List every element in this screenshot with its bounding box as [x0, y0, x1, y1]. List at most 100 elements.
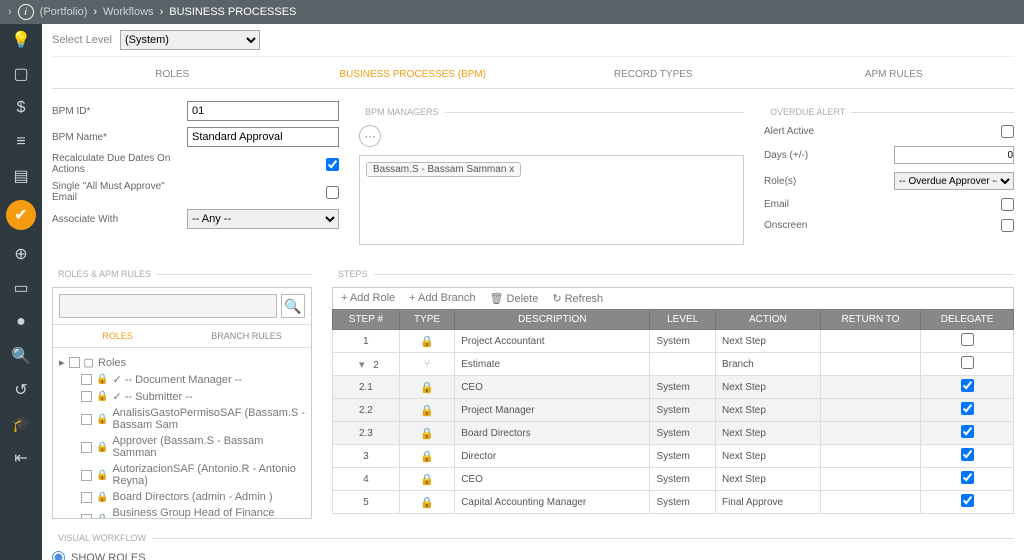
lock-icon: 🔒	[420, 474, 434, 486]
delegate-checkbox[interactable]	[961, 425, 974, 438]
sidebar: 💡 ▢ $ ≡ ▤ ✔ ⊕ ▭ ● 🔍 ↺ 🎓 ⇤	[0, 24, 42, 560]
lock-icon: 🔒	[96, 442, 108, 453]
lock-icon: 🔒	[96, 374, 108, 385]
visual-title: VISUAL WORKFLOW	[52, 533, 152, 543]
lock-icon: 🔒	[420, 336, 434, 348]
check-icon[interactable]: ✔	[6, 200, 36, 230]
delegate-checkbox[interactable]	[961, 448, 974, 461]
single-checkbox[interactable]	[326, 186, 339, 199]
globe-icon[interactable]: ⊕	[11, 244, 31, 264]
add-manager-button[interactable]: ⋯	[359, 125, 381, 147]
breadcrumb-bar: › i (Portfolio) › Workflows › BUSINESS P…	[0, 0, 1024, 24]
breadcrumb-root[interactable]: (Portfolio)	[40, 6, 88, 18]
manager-chip[interactable]: Bassam.S - Bassam Samman x	[366, 162, 521, 177]
tree-item[interactable]: 🔒Business Group Head of Finance (admin -…	[59, 505, 305, 518]
show-roles-radio[interactable]	[52, 551, 65, 560]
assoc-label: Associate With	[52, 214, 187, 225]
tab-record-types[interactable]: RECORD TYPES	[533, 61, 774, 88]
delegate-checkbox[interactable]	[961, 379, 974, 392]
info-icon[interactable]: i	[18, 4, 34, 20]
roles-tree[interactable]: ▸▢Roles 🔒✓ -- Document Manager --🔒✓ -- S…	[53, 348, 311, 518]
table-row[interactable]: 3🔒DirectorSystemNext Step	[333, 445, 1014, 468]
tree-root[interactable]: Roles	[98, 357, 126, 369]
table-row[interactable]: 2.1🔒CEOSystemNext Step	[333, 376, 1014, 399]
select-level-label: Select Level	[52, 34, 112, 46]
roles-select[interactable]: -- Overdue Approver --	[894, 172, 1014, 190]
tab-roles[interactable]: ROLES	[52, 61, 293, 88]
lock-icon: 🔒	[96, 514, 108, 519]
tree-item[interactable]: 🔒AnalisisGastoPermisoSAF (Bassam.S - Bas…	[59, 405, 305, 433]
table-row[interactable]: 4🔒CEOSystemNext Step	[333, 468, 1014, 491]
table-row[interactable]: 2.3🔒Board DirectorsSystemNext Step	[333, 422, 1014, 445]
user-icon[interactable]: ●	[11, 312, 31, 332]
email-checkbox[interactable]	[1001, 198, 1014, 211]
lock-icon: 🔒	[96, 492, 108, 503]
table-row[interactable]: ▾ 2⑂EstimateBranch	[333, 353, 1014, 376]
days-label: Days (+/-)	[764, 150, 894, 161]
col-header: LEVEL	[650, 310, 716, 330]
expand-icon[interactable]: ▾	[353, 359, 371, 371]
steps-title: STEPS	[332, 269, 374, 279]
overdue-title: OVERDUE ALERT	[764, 107, 851, 117]
tree-item[interactable]: 🔒AutorizacionSAF (Antonio.R - Antonio Re…	[59, 461, 305, 489]
recalc-checkbox[interactable]	[326, 158, 339, 171]
delegate-checkbox[interactable]	[961, 494, 974, 507]
tree-item[interactable]: 🔒✓ -- Document Manager --	[59, 371, 305, 388]
roles-search-icon[interactable]: 🔍	[281, 294, 305, 318]
search-icon[interactable]: 🔍	[11, 346, 31, 366]
tab-bpm[interactable]: BUSINESS PROCESSES (BPM)	[293, 61, 534, 88]
select-level[interactable]: (System)	[120, 30, 260, 50]
table-row[interactable]: 5🔒Capital Accounting ManagerSystemFinal …	[333, 491, 1014, 514]
bpmname-label: BPM Name*	[52, 132, 187, 143]
doc-icon[interactable]: ▤	[11, 166, 31, 186]
main-tabs: ROLES BUSINESS PROCESSES (BPM) RECORD TY…	[52, 61, 1014, 89]
list-icon[interactable]: ≡	[11, 132, 31, 152]
history-icon[interactable]: ↺	[11, 380, 31, 400]
lock-icon: 🔒	[420, 428, 434, 440]
managers-box[interactable]: Bassam.S - Bassam Samman x	[359, 155, 744, 245]
onscreen-label: Onscreen	[764, 220, 1001, 231]
bulb-icon[interactable]: 💡	[11, 30, 31, 50]
delegate-checkbox[interactable]	[961, 356, 974, 369]
col-header: DELEGATE	[921, 310, 1014, 330]
tree-item[interactable]: 🔒Approver (Bassam.S - Bassam Samman	[59, 433, 305, 461]
lock-icon: 🔒	[420, 451, 434, 463]
grad-icon[interactable]: 🎓	[11, 414, 31, 434]
refresh-button[interactable]: ↻ Refresh	[552, 292, 603, 305]
assoc-select[interactable]: -- Any --	[187, 209, 339, 229]
lock-icon: 🔒	[96, 391, 108, 402]
expand-toggle[interactable]: ›	[8, 6, 12, 18]
add-branch-button[interactable]: + Add Branch	[409, 292, 475, 305]
tree-item[interactable]: 🔒Board Directors (admin - Admin )	[59, 489, 305, 505]
roles-search-input[interactable]	[59, 294, 277, 318]
recalc-label: Recalculate Due Dates On Actions	[52, 153, 187, 175]
table-row[interactable]: 1🔒Project AccountantSystemNext Step	[333, 330, 1014, 353]
alert-active-checkbox[interactable]	[1001, 125, 1014, 138]
onscreen-checkbox[interactable]	[1001, 219, 1014, 232]
branch-icon: ⑂	[424, 358, 431, 370]
tab-apm-rules[interactable]: APM RULES	[774, 61, 1015, 88]
delete-button[interactable]: 🗑 Delete	[489, 292, 538, 305]
subtab-roles[interactable]: ROLES	[53, 325, 182, 347]
breadcrumb-mid[interactable]: Workflows	[103, 6, 154, 18]
tree-item[interactable]: 🔒✓ -- Submitter --	[59, 388, 305, 405]
bpmname-input[interactable]	[187, 127, 339, 147]
delegate-checkbox[interactable]	[961, 333, 974, 346]
add-role-button[interactable]: + Add Role	[341, 292, 395, 305]
subtab-branch-rules[interactable]: BRANCH RULES	[182, 325, 311, 347]
briefcase-icon[interactable]: ▭	[11, 278, 31, 298]
col-header: RETURN TO	[820, 310, 920, 330]
single-label: Single "All Must Approve" Email	[52, 181, 187, 203]
delegate-checkbox[interactable]	[961, 402, 974, 415]
delegate-checkbox[interactable]	[961, 471, 974, 484]
logout-icon[interactable]: ⇤	[11, 448, 31, 468]
col-header: STEP #	[333, 310, 400, 330]
lock-icon: 🔒	[420, 382, 434, 394]
clipboard-icon[interactable]: ▢	[11, 64, 31, 84]
bpmid-input[interactable]	[187, 101, 339, 121]
dollar-icon[interactable]: $	[11, 98, 31, 118]
lock-icon: 🔒	[96, 470, 108, 481]
days-input[interactable]	[894, 146, 1014, 164]
table-row[interactable]: 2.2🔒Project ManagerSystemNext Step	[333, 399, 1014, 422]
breadcrumb-leaf: BUSINESS PROCESSES	[169, 6, 296, 18]
